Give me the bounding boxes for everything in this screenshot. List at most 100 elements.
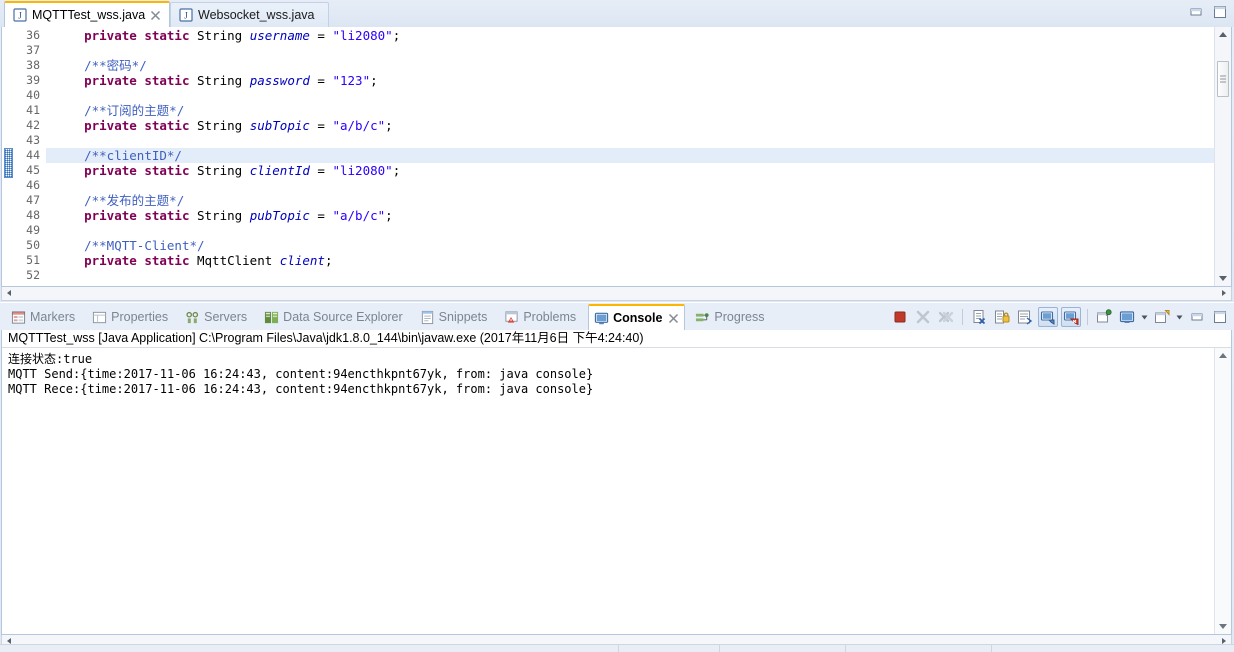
view-tab-servers[interactable]: Servers: [180, 306, 252, 328]
code-token: private static: [84, 253, 190, 268]
clear-console-button[interactable]: [969, 307, 989, 327]
code-line[interactable]: [46, 43, 1214, 58]
code-line[interactable]: /**密码*/: [46, 58, 1214, 73]
code-line[interactable]: private static String clientId = "li2080…: [46, 163, 1214, 178]
code-token: String: [189, 208, 250, 223]
status-bar: [0, 644, 1234, 652]
code-token: "a/b/c": [332, 118, 386, 133]
maximize-view-button[interactable]: [1210, 307, 1230, 327]
console-output-text[interactable]: 连接状态:true MQTT Send:{time:2017-11-06 16:2…: [2, 348, 1214, 634]
console-part: Markers Properties Servers Data Source Expl…: [0, 303, 1234, 652]
code-token: subTopic: [249, 118, 310, 133]
line-number: 45: [26, 163, 40, 177]
editor-vertical-scrollbar[interactable]: [1214, 27, 1231, 286]
code-line[interactable]: [46, 133, 1214, 148]
word-wrap-button[interactable]: [1015, 307, 1035, 327]
separator-1: [962, 309, 963, 325]
code-text-area[interactable]: private static String username = "li2080…: [46, 27, 1214, 286]
scroll-lock-button[interactable]: [992, 307, 1012, 327]
code-token: /**密码*/: [84, 58, 147, 73]
console-view: MQTTTest_wss [Java Application] C:\Progr…: [1, 330, 1232, 635]
open-console-caret[interactable]: [1175, 307, 1184, 327]
code-token: String: [189, 73, 250, 88]
code-token: MqttClient: [189, 253, 280, 268]
pin-console-icon: [1096, 309, 1112, 325]
show-console-on-output-button[interactable]: [1038, 307, 1058, 327]
view-tab-problems[interactable]: Problems: [499, 306, 581, 328]
code-line[interactable]: private static String subTopic = "a/b/c"…: [46, 118, 1214, 133]
minimize-view-button[interactable]: [1187, 307, 1207, 327]
status-cell-4: [846, 645, 992, 652]
line-number: 48: [26, 208, 40, 222]
svg-text:J: J: [18, 11, 22, 21]
view-tab-snippets[interactable]: Snippets: [415, 306, 493, 328]
close-icon[interactable]: [668, 313, 679, 324]
pin-console-button[interactable]: [1094, 307, 1114, 327]
view-tab-markers[interactable]: Markers: [6, 306, 80, 328]
code-line[interactable]: [46, 223, 1214, 238]
view-tab-data-source-explorer[interactable]: Data Source Explorer: [259, 306, 408, 328]
code-token: private static: [84, 208, 190, 223]
maximize-icon: [1212, 309, 1228, 325]
close-icon[interactable]: [150, 10, 161, 21]
code-token: private static: [84, 73, 190, 88]
code-token: String: [189, 163, 250, 178]
line-number: 44: [26, 148, 40, 162]
new-console-icon: [1154, 309, 1170, 325]
code-editor[interactable]: 36 37 38 39 40 41 42 43 44 45 46 47 48 49 50 51 52 priva…: [1, 27, 1232, 287]
maximize-icon[interactable]: [1212, 4, 1228, 20]
editor-scroll-thumb[interactable]: [1217, 61, 1229, 97]
java-file-icon: J: [13, 8, 27, 22]
code-line[interactable]: private static String password = "123";: [46, 73, 1214, 88]
editor-horizontal-scrollbar[interactable]: [1, 287, 1232, 301]
scroll-down-icon[interactable]: [1215, 270, 1231, 286]
code-token: ;: [392, 28, 401, 43]
code-token: String: [189, 118, 250, 133]
code-token: =: [309, 208, 333, 223]
minimize-icon[interactable]: [1188, 4, 1204, 20]
code-line[interactable]: /**订阅的主题*/: [46, 103, 1214, 118]
display-selected-console-button[interactable]: [1117, 307, 1137, 327]
console-scroll-down-icon[interactable]: [1215, 618, 1231, 634]
code-line[interactable]: [46, 88, 1214, 103]
scroll-right-icon[interactable]: [1217, 287, 1231, 299]
console-icon: [594, 311, 609, 326]
code-line[interactable]: [46, 178, 1214, 193]
console-scroll-up-icon[interactable]: [1215, 348, 1231, 364]
code-token: ;: [385, 118, 393, 133]
editor-tab-mqtttest[interactable]: J MQTTTest_wss.java: [4, 1, 171, 27]
display-selected-console-caret[interactable]: [1140, 307, 1149, 327]
code-line[interactable]: private static String username = "li2080…: [46, 28, 1214, 43]
code-line[interactable]: [46, 268, 1214, 283]
code-token: /**MQTT-Client*/: [84, 238, 205, 253]
code-token: "li2080": [332, 163, 393, 178]
code-line[interactable]: /**MQTT-Client*/: [46, 238, 1214, 253]
console-output-line: MQTT Rece:{time:2017-11-06 16:24:43, con…: [8, 382, 594, 396]
scroll-left-icon[interactable]: [2, 287, 16, 299]
open-console-button[interactable]: [1152, 307, 1172, 327]
view-tab-progress[interactable]: Progress: [690, 306, 769, 328]
code-token: String: [189, 28, 250, 43]
console-output-line: 连接状态:true: [8, 352, 93, 366]
line-number: 38: [26, 58, 40, 72]
line-number: 42: [26, 118, 40, 132]
scroll-thumb-grip: [1220, 75, 1226, 83]
view-tab-properties[interactable]: Properties: [87, 306, 173, 328]
editor-tab-websocket[interactable]: J Websocket_wss.java: [170, 2, 329, 27]
code-line[interactable]: /**发布的主题*/: [46, 193, 1214, 208]
chevron-down-icon: [1140, 309, 1149, 325]
show-console-on-error-button[interactable]: [1061, 307, 1081, 327]
scroll-up-icon[interactable]: [1215, 27, 1231, 43]
code-token: =: [309, 163, 333, 178]
code-line[interactable]: private static MqttClient client;: [46, 253, 1214, 268]
console-vertical-scrollbar[interactable]: [1214, 348, 1231, 634]
code-line[interactable]: private static String pubTopic = "a/b/c"…: [46, 208, 1214, 223]
code-line[interactable]: /**clientID*/: [46, 148, 1214, 163]
view-tab-console[interactable]: Console: [588, 304, 686, 330]
terminate-button[interactable]: [890, 307, 910, 327]
